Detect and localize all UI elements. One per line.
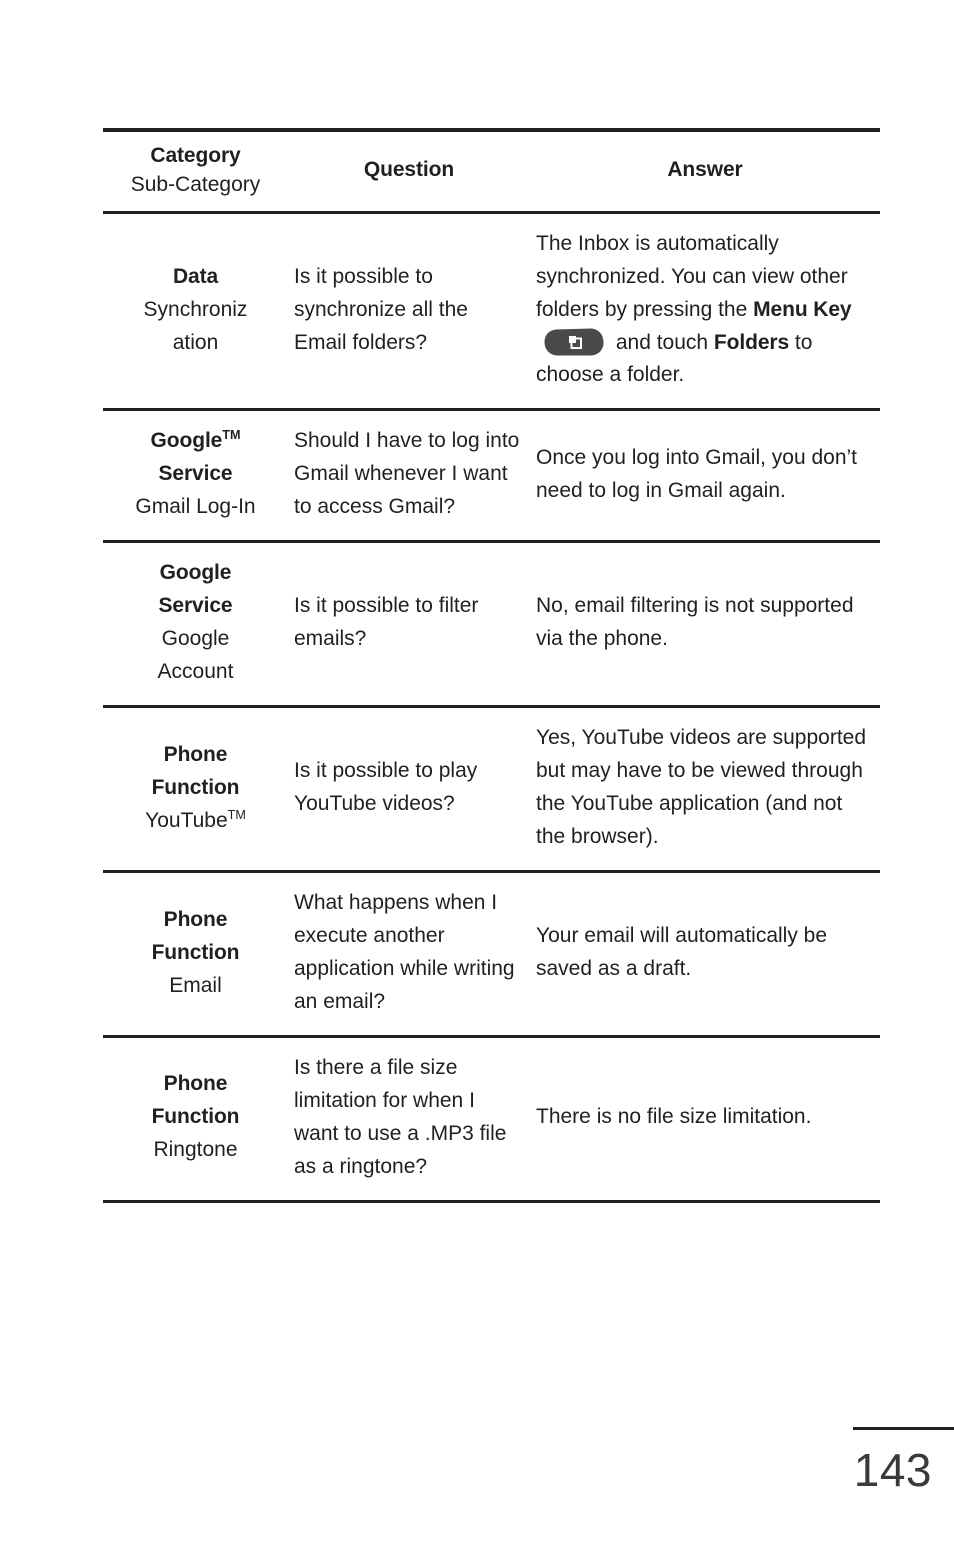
category-name-line-2: Function [151,1105,240,1129]
answer-text-part-2: and touch [610,330,714,354]
cell-category: Google Service Google Account [103,541,288,709]
category-name: Data [172,264,219,288]
category-name: Phone [163,907,228,931]
sub-category-line-2: ation [172,330,219,354]
trademark-symbol: TM [227,807,246,822]
category-name-line-2: Function [151,940,240,964]
cell-category: Data Synchroniz ation [103,212,288,412]
column-header-question: Question [288,127,530,214]
sub-category-line-1: Email [169,973,222,997]
category-name: Phone [163,742,228,766]
cell-category: Phone Function Ringtone [103,1036,288,1203]
manual-page: Category Sub-Category Question Answer Da… [0,0,954,1557]
table-row: Phone Function YouTubeTM Is it possible … [103,706,880,874]
cell-question: Should I have to log into Gmail whenever… [288,409,530,544]
table-row: Phone Function Ringtone Is there a file … [103,1036,880,1203]
page-number: 143 [853,1444,932,1496]
sub-category-line-1: Google [161,627,230,651]
table-row: Phone Function Email What happens when I… [103,871,880,1038]
category-name-line-2: Function [151,775,240,799]
column-header-answer: Answer [530,127,880,214]
category-name: Google [159,561,232,585]
column-header-category-sub: Sub-Category [130,173,261,197]
faq-table: Category Sub-Category Question Answer Da… [103,127,880,1203]
sub-category-line-1: Ringtone [153,1138,238,1162]
column-header-category-main: Category [150,144,241,167]
category-name-text: Google [150,429,223,453]
sub-category-text: YouTube [145,808,228,832]
cell-category: Phone Function Email [103,871,288,1038]
trademark-symbol: TM [222,428,241,443]
category-name-line-2: Service [158,462,233,486]
sub-category-line-1: Synchroniz [143,297,248,321]
cell-question: What happens when I execute another appl… [288,871,530,1038]
header-row: Category Sub-Category Question Answer [103,127,880,214]
column-header-category: Category Sub-Category [103,127,288,214]
table-header: Category Sub-Category Question Answer [103,127,880,214]
cell-answer: No, email filtering is not supported via… [530,541,880,709]
category-name: Phone [163,1072,228,1096]
table-body: Data Synchroniz ation Is it possible to … [103,212,880,1203]
cell-answer: The Inbox is automatically synchronized.… [530,212,880,412]
cell-answer: Once you log into Gmail, you don’t need … [530,409,880,544]
table-row: Google Service Google Account Is it poss… [103,541,880,709]
answer-bold-menu-key: Menu Key [753,297,852,321]
table-row: GoogleTM Service Gmail Log-In Should I h… [103,409,880,544]
sub-category-line-1: Gmail Log-In [135,495,256,519]
cell-category: Phone Function YouTubeTM [103,706,288,874]
sub-category-line-1: YouTubeTM [109,805,282,838]
answer-bold-folders: Folders [713,330,790,354]
cell-answer: Your email will automatically be saved a… [530,871,880,1038]
cell-category: GoogleTM Service Gmail Log-In [103,409,288,544]
cell-answer: There is no file size limitation. [530,1036,880,1203]
footer-divider [853,1427,954,1430]
category-name: GoogleTM [109,425,282,458]
cell-question: Is it possible to filter emails? [288,541,530,709]
table-row: Data Synchroniz ation Is it possible to … [103,212,880,412]
category-name-line-2: Service [158,594,233,618]
cell-answer: Yes, YouTube videos are supported but ma… [530,706,880,874]
menu-key-icon [543,327,605,357]
sub-category-line-2: Account [157,660,234,684]
cell-question: Is it possible to play YouTube videos? [288,706,530,874]
cell-question: Is it possible to synchronize all the Em… [288,212,530,412]
cell-question: Is there a file size limitation for when… [288,1036,530,1203]
